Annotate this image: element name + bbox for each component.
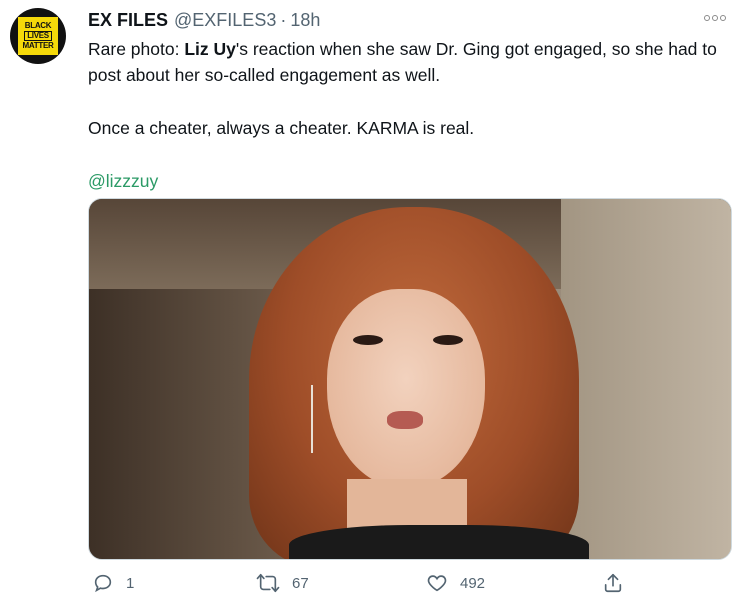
- avatar-text-2: LIVES: [24, 31, 52, 41]
- separator: ·: [280, 9, 287, 30]
- more-icon[interactable]: [704, 12, 728, 24]
- timestamp[interactable]: 18h: [290, 10, 320, 31]
- blm-logo: BLACK LIVES MATTER: [18, 17, 58, 55]
- like-count: 492: [460, 574, 486, 592]
- like-icon: [427, 575, 447, 592]
- reply-icon: [94, 574, 112, 593]
- text-bold-name: Liz Uy: [184, 39, 236, 59]
- retweet-count: 67: [292, 574, 309, 592]
- avatar-text-3: MATTER: [22, 41, 54, 50]
- reply-count: 1: [126, 574, 135, 592]
- retweet-icon: [256, 573, 280, 593]
- tweet-header: EX FILES @EXFILES3 · 18h: [88, 8, 320, 32]
- display-name[interactable]: EX FILES: [88, 10, 168, 31]
- mention-link[interactable]: @lizzzuy: [88, 171, 158, 191]
- text-prefix: Rare photo:: [88, 39, 185, 59]
- like-button[interactable]: 492: [426, 572, 485, 594]
- avatar[interactable]: BLACK LIVES MATTER: [10, 8, 66, 64]
- action-bar: 1 67 492: [88, 572, 648, 598]
- reply-button[interactable]: 1: [92, 572, 134, 594]
- user-handle[interactable]: @EXFILES3: [174, 10, 276, 31]
- tweet-paragraph-1: Rare photo: Liz Uy's reaction when she s…: [88, 36, 738, 88]
- share-icon: [604, 573, 622, 593]
- retweet-button[interactable]: 67: [256, 572, 309, 594]
- tweet-paragraph-2: Once a cheater, always a cheater. KARMA …: [88, 118, 475, 138]
- share-button[interactable]: [602, 572, 624, 594]
- tweet-photo[interactable]: [88, 198, 732, 560]
- avatar-text-1: BLACK: [24, 21, 52, 30]
- tweet-text: Rare photo: Liz Uy's reaction when she s…: [88, 36, 738, 221]
